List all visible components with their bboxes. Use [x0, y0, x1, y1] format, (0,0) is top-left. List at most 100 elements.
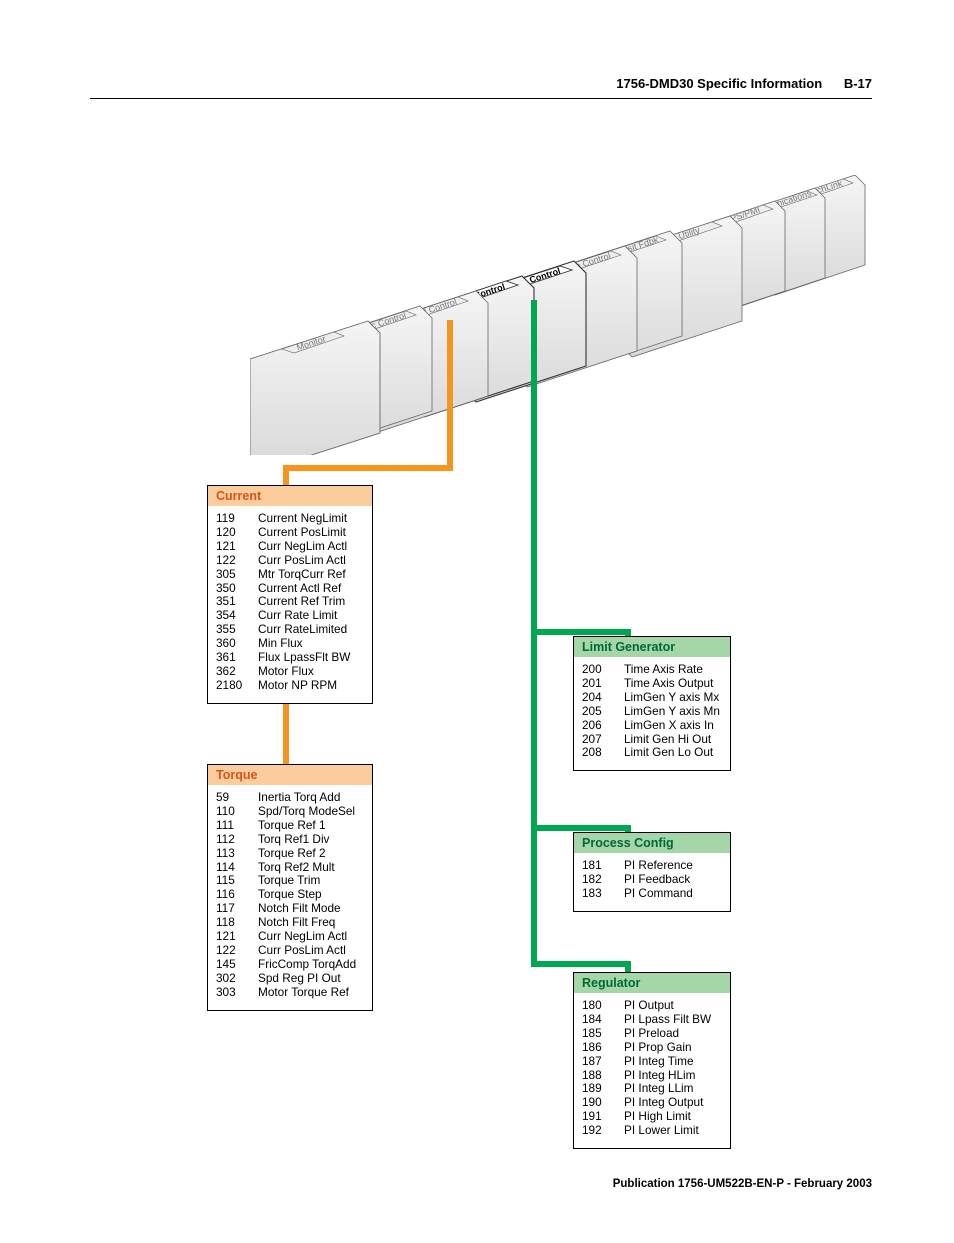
param-number: 117 [216, 902, 258, 916]
param-number: 181 [582, 859, 624, 873]
table-row: 360Min Flux [216, 637, 364, 651]
param-number: 145 [216, 958, 258, 972]
param-label: Motor NP RPM [258, 679, 364, 693]
param-label: Flux LpassFlt BW [258, 651, 364, 665]
param-number: 362 [216, 665, 258, 679]
param-number: 121 [216, 930, 258, 944]
param-label: Curr Rate Limit [258, 609, 364, 623]
param-label: Spd/Torq ModeSel [258, 805, 364, 819]
table-row: 183PI Command [582, 887, 722, 901]
param-number: 184 [582, 1013, 624, 1027]
box-process-header: Process Config [574, 833, 730, 853]
param-label: Torque Step [258, 888, 364, 902]
folder-monitor: Monitor [250, 321, 380, 455]
param-number: 350 [216, 582, 258, 596]
table-row: 119Current NegLimit [216, 512, 364, 526]
table-row: 204LimGen Y axis Mx [582, 691, 722, 705]
table-row: 302Spd Reg PI Out [216, 972, 364, 986]
box-current-header: Current [208, 486, 372, 506]
param-label: Torque Trim [258, 874, 364, 888]
param-label: PI Prop Gain [624, 1041, 722, 1055]
param-label: PI Command [624, 887, 722, 901]
param-number: 186 [582, 1041, 624, 1055]
table-row: 206LimGen X axis In [582, 719, 722, 733]
table-row: 188PI Integ HLim [582, 1069, 722, 1083]
param-number: 114 [216, 861, 258, 875]
table-row: 117Notch Filt Mode [216, 902, 364, 916]
table-row: 190PI Integ Output [582, 1096, 722, 1110]
table-row: 350Current Actl Ref [216, 582, 364, 596]
param-label: Torque Ref 2 [258, 847, 364, 861]
param-label: Min Flux [258, 637, 364, 651]
param-label: Motor Flux [258, 665, 364, 679]
table-row: 208Limit Gen Lo Out [582, 746, 722, 760]
table-row: 111Torque Ref 1 [216, 819, 364, 833]
param-label: PI Output [624, 999, 722, 1013]
table-row: 186PI Prop Gain [582, 1041, 722, 1055]
table-row: 305Mtr TorqCurr Ref [216, 568, 364, 582]
table-row: 122Curr PosLim Actl [216, 554, 364, 568]
table-row: 121Curr NegLim Actl [216, 540, 364, 554]
table-row: 114Torq Ref2 Mult [216, 861, 364, 875]
box-regulator-body: 180PI Output184PI Lpass Filt BW185PI Pre… [574, 993, 730, 1148]
param-number: 190 [582, 1096, 624, 1110]
param-number: 187 [582, 1055, 624, 1069]
param-number: 182 [582, 873, 624, 887]
footer-publication: Publication 1756-UM522B-EN-P - February … [613, 1178, 872, 1190]
header-pageref: B-17 [844, 76, 872, 91]
param-number: 112 [216, 833, 258, 847]
box-current: Current 119Current NegLimit120Current Po… [207, 485, 373, 704]
box-regulator: Regulator 180PI Output184PI Lpass Filt B… [573, 972, 731, 1149]
param-label: Mtr TorqCurr Ref [258, 568, 364, 582]
table-row: 122Curr PosLim Actl [216, 944, 364, 958]
param-label: PI Integ HLim [624, 1069, 722, 1083]
table-row: 303Motor Torque Ref [216, 986, 364, 1000]
table-row: 180PI Output [582, 999, 722, 1013]
box-limit-body: 200Time Axis Rate201Time Axis Output204L… [574, 657, 730, 770]
param-number: 120 [216, 526, 258, 540]
table-row: 121Curr NegLim Actl [216, 930, 364, 944]
param-label: FricComp TorqAdd [258, 958, 364, 972]
table-row: 351Current Ref Trim [216, 595, 364, 609]
folder-cascade: SynchLink Communications DPS/PMI Utility… [250, 175, 870, 445]
param-label: Limit Gen Lo Out [624, 746, 722, 760]
table-row: 192PI Lower Limit [582, 1124, 722, 1138]
param-number: 188 [582, 1069, 624, 1083]
table-row: 187PI Integ Time [582, 1055, 722, 1069]
box-process-body: 181PI Reference182PI Feedback183PI Comma… [574, 853, 730, 911]
table-row: 59Inertia Torq Add [216, 791, 364, 805]
param-number: 183 [582, 887, 624, 901]
param-number: 200 [582, 663, 624, 677]
param-label: Current PosLimit [258, 526, 364, 540]
param-number: 119 [216, 512, 258, 526]
page-footer: Publication 1756-UM522B-EN-P - February … [613, 1178, 872, 1190]
param-label: PI Lower Limit [624, 1124, 722, 1138]
table-row: 145FricComp TorqAdd [216, 958, 364, 972]
param-label: LimGen Y axis Mx [624, 691, 722, 705]
param-number: 355 [216, 623, 258, 637]
param-label: LimGen X axis In [624, 719, 722, 733]
table-row: 185PI Preload [582, 1027, 722, 1041]
param-label: PI Lpass Filt BW [624, 1013, 722, 1027]
table-row: 355Curr RateLimited [216, 623, 364, 637]
param-label: PI Reference [624, 859, 722, 873]
param-number: 191 [582, 1110, 624, 1124]
param-number: 118 [216, 916, 258, 930]
param-number: 189 [582, 1082, 624, 1096]
param-label: PI Feedback [624, 873, 722, 887]
param-label: Notch Filt Mode [258, 902, 364, 916]
table-row: 200Time Axis Rate [582, 663, 722, 677]
param-label: Curr NegLim Actl [258, 930, 364, 944]
param-label: Time Axis Output [624, 677, 722, 691]
box-current-body: 119Current NegLimit120Current PosLimit12… [208, 506, 372, 703]
table-row: 207Limit Gen Hi Out [582, 733, 722, 747]
param-number: 360 [216, 637, 258, 651]
param-number: 361 [216, 651, 258, 665]
table-row: 354Curr Rate Limit [216, 609, 364, 623]
param-number: 208 [582, 746, 624, 760]
table-row: 120Current PosLimit [216, 526, 364, 540]
param-label: PI Integ Output [624, 1096, 722, 1110]
param-number: 115 [216, 874, 258, 888]
param-label: Torq Ref1 Div [258, 833, 364, 847]
table-row: 184PI Lpass Filt BW [582, 1013, 722, 1027]
